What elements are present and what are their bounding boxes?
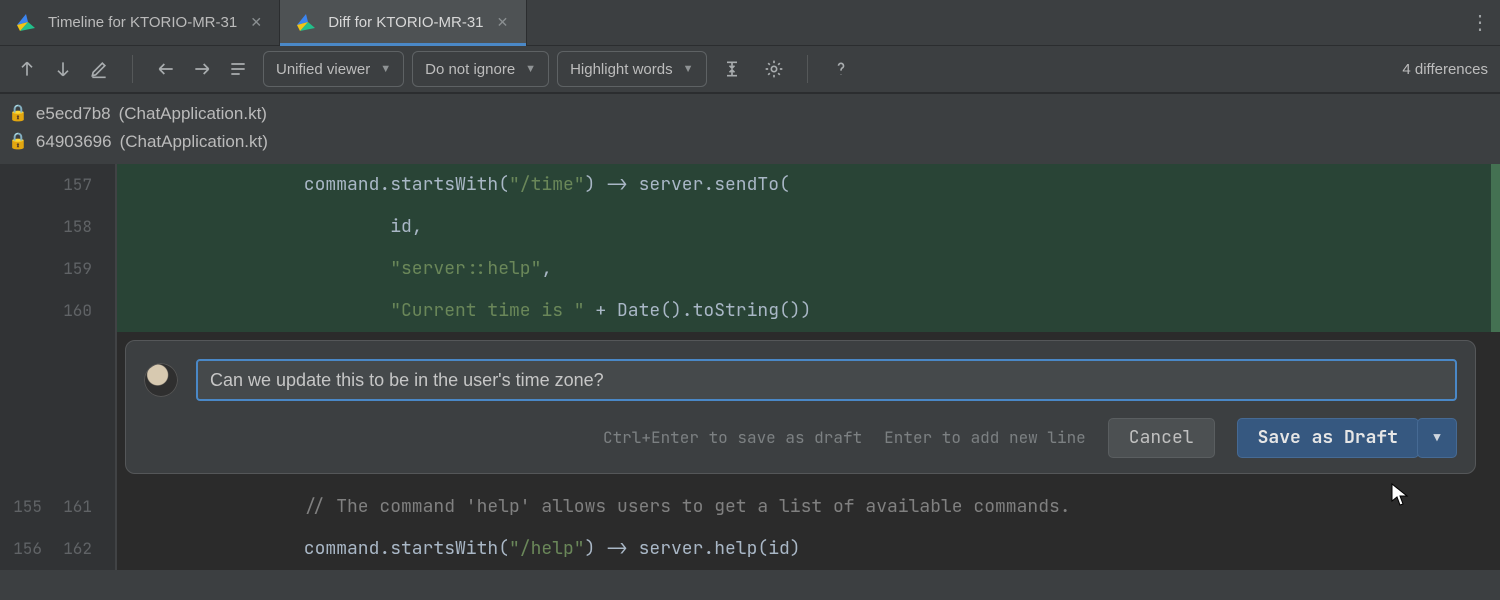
chevron-down-icon: ▼ [525,63,536,75]
old-line-number: 155 [0,486,50,528]
code-line[interactable]: 156162 command.startsWith("/help") -> se… [0,528,1500,570]
code-content: "Current time is " + Date().toString()) [117,290,1500,332]
space-logo-icon [14,11,38,35]
dropdown-label: Do not ignore [425,61,515,78]
prev-diff-button[interactable] [10,52,44,86]
space-logo-icon [294,11,318,35]
code-line[interactable]: 155161 // The command 'help' allows user… [0,486,1500,528]
diff-toolbar: Unified viewer ▼ Do not ignore ▼ Highlig… [0,46,1500,94]
history-group [149,52,255,86]
hint-save: Ctrl+Enter to save as draft [603,417,862,459]
help-icon[interactable] [824,52,858,86]
toolbar-divider [807,55,808,83]
forward-button[interactable] [185,52,219,86]
new-line-number: 162 [50,528,100,570]
next-diff-button[interactable] [46,52,80,86]
nav-group [10,52,116,86]
code-line[interactable]: 158 id, [0,206,1500,248]
cancel-button[interactable]: Cancel [1108,418,1215,458]
save-options-dropdown[interactable]: ▼ [1417,418,1457,458]
gutter-strip [100,486,116,528]
code-content: "server::help", [117,248,1500,290]
code-content: command.startsWith("/help") -> server.he… [117,528,1500,570]
diff-count-label: 4 differences [1402,61,1490,78]
old-line-number [0,164,50,206]
code-line[interactable]: 157 command.startsWith("/time") -> serve… [0,164,1500,206]
gutter-strip [100,528,116,570]
list-icon[interactable] [221,52,255,86]
hint-newline: Enter to add new line [884,417,1086,459]
revision-right: 🔒 64903696 (ChatApplication.kt) [8,128,1492,156]
toolbar-divider [132,55,133,83]
new-line-number: 161 [50,486,100,528]
highlight-mode-dropdown[interactable]: Highlight words ▼ [557,51,706,87]
old-line-number: 156 [0,528,50,570]
ignore-mode-dropdown[interactable]: Do not ignore ▼ [412,51,549,87]
old-line-number [0,206,50,248]
code-line[interactable]: 159 "server::help", [0,248,1500,290]
inline-comment-panel: Ctrl+Enter to save as draft Enter to add … [125,340,1476,474]
code-line[interactable]: 160 "Current time is " + Date().toString… [0,290,1500,332]
revision-hash: 64903696 [36,128,112,156]
gutter-strip [100,206,116,248]
new-line-number: 159 [50,248,100,290]
collapse-icon[interactable] [715,52,749,86]
revision-left: 🔒 e5ecd7b8 (ChatApplication.kt) [8,100,1492,128]
new-line-number: 157 [50,164,100,206]
avatar [144,363,178,397]
more-menu-icon[interactable]: ⋮ [1460,0,1500,45]
code-content: id, [117,206,1500,248]
chevron-down-icon: ▼ [380,63,391,75]
overview-ruler[interactable] [1491,164,1500,332]
lock-icon: 🔒 [8,100,28,128]
gutter-strip [100,164,116,206]
back-button[interactable] [149,52,183,86]
gutter: 159 [0,248,117,290]
gutter: 156162 [0,528,117,570]
gutter: 160 [0,290,117,332]
new-line-number: 160 [50,290,100,332]
old-line-number [0,290,50,332]
chevron-down-icon: ▼ [683,63,694,75]
new-line-number: 158 [50,206,100,248]
gutter [0,332,117,486]
tab-label: Diff for KTORIO-MR-31 [328,14,483,31]
revision-hash: e5ecd7b8 [36,100,111,128]
code-content: command.startsWith("/time") -> server.se… [117,164,1500,206]
tab-label: Timeline for KTORIO-MR-31 [48,14,237,31]
close-icon[interactable]: ✕ [494,14,512,32]
viewer-mode-dropdown[interactable]: Unified viewer ▼ [263,51,404,87]
tabbar-spacer [527,0,1460,45]
gutter-strip [100,290,116,332]
gutter-strip [100,248,116,290]
tab-diff[interactable]: Diff for KTORIO-MR-31 ✕ [280,0,526,45]
diff-editor[interactable]: 157 command.startsWith("/time") -> serve… [0,164,1500,570]
gutter: 155161 [0,486,117,528]
dropdown-label: Highlight words [570,61,673,78]
revision-info: 🔒 e5ecd7b8 (ChatApplication.kt) 🔒 649036… [0,94,1500,164]
lock-icon: 🔒 [8,128,28,156]
gear-icon[interactable] [757,52,791,86]
gutter: 158 [0,206,117,248]
save-as-draft-button[interactable]: Save as Draft [1237,418,1419,458]
code-content: // The command 'help' allows users to ge… [117,486,1500,528]
editor-tabbar: Timeline for KTORIO-MR-31 ✕ Diff for KTO… [0,0,1500,46]
tab-timeline[interactable]: Timeline for KTORIO-MR-31 ✕ [0,0,280,45]
revision-file: (ChatApplication.kt) [120,128,268,156]
gutter: 157 [0,164,117,206]
old-line-number [0,248,50,290]
close-icon[interactable]: ✕ [247,14,265,32]
revision-file: (ChatApplication.kt) [119,100,267,128]
comment-input[interactable] [196,359,1457,401]
dropdown-label: Unified viewer [276,61,370,78]
edit-icon[interactable] [82,52,116,86]
